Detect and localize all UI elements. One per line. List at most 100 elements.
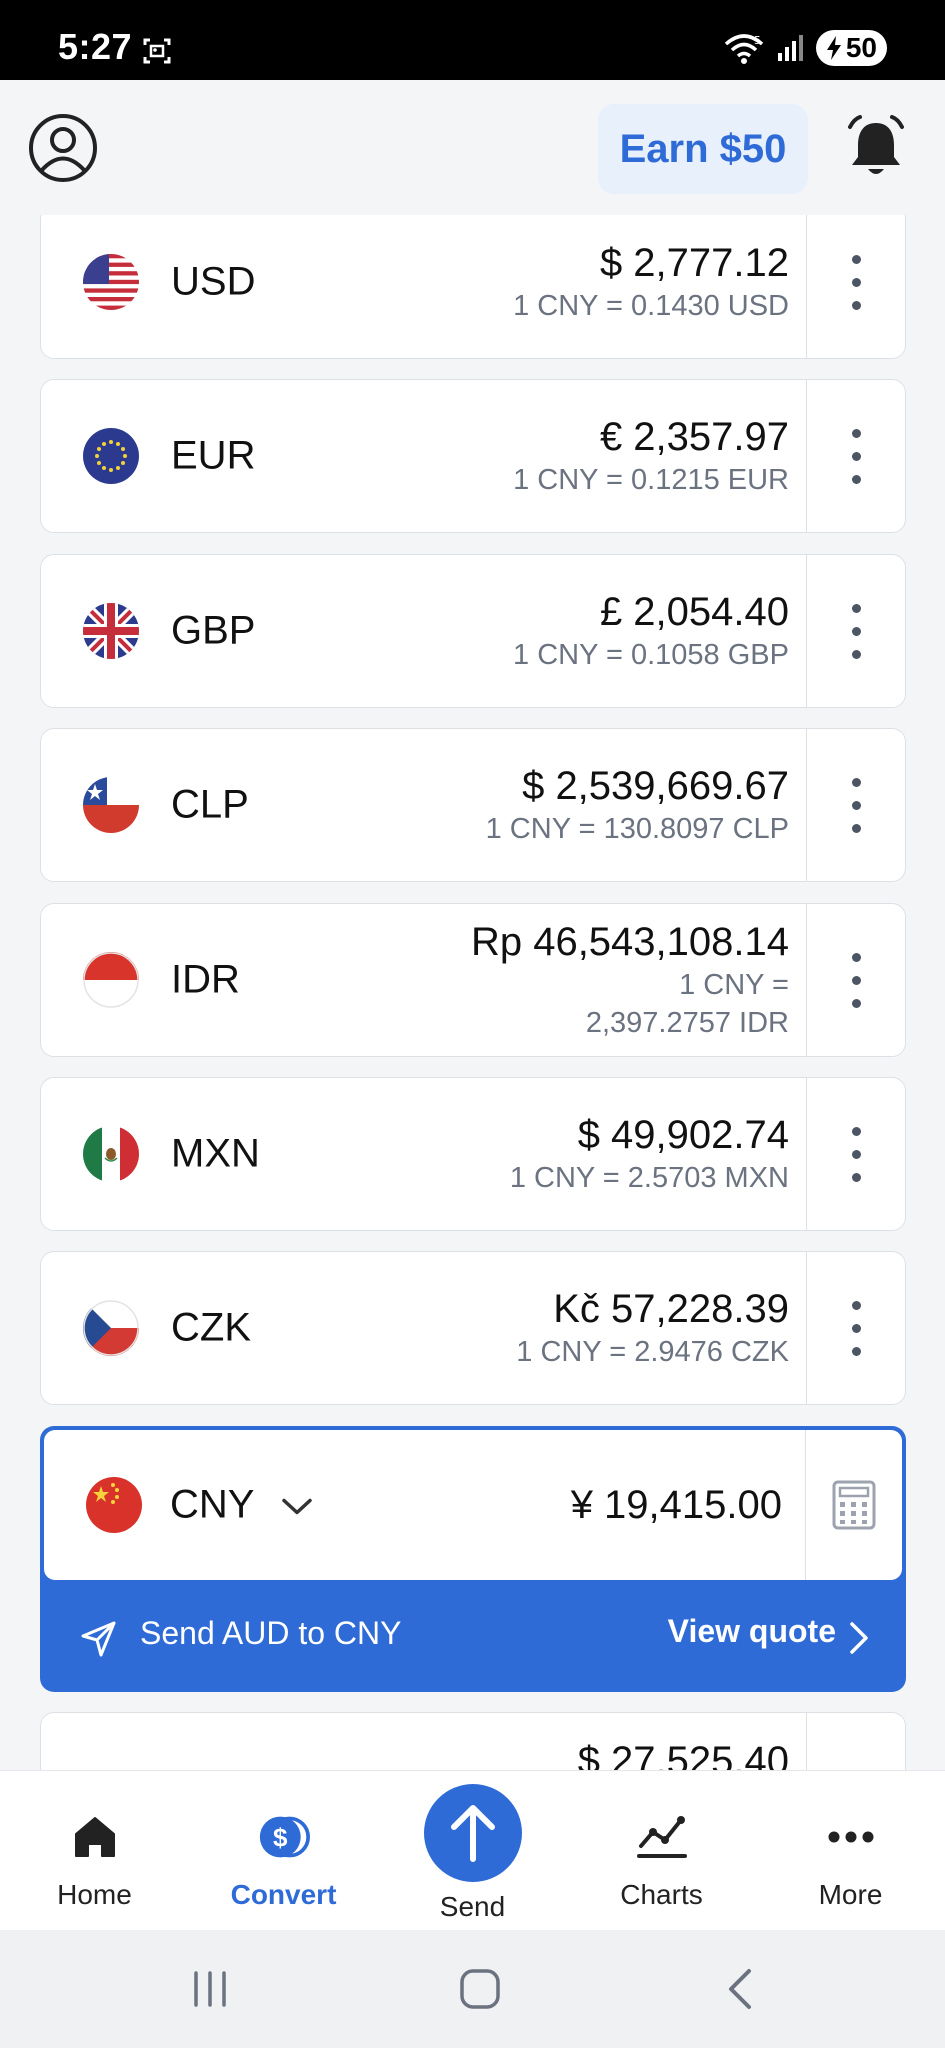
bottom-nav: Home $ Convert Send Charts More — [0, 1770, 945, 1930]
send-quote-bar[interactable]: Send AUD to CNY View quote — [40, 1582, 906, 1692]
status-time: 5:27 — [58, 26, 133, 67]
eu-flag-icon — [83, 428, 139, 484]
uk-flag-icon — [83, 603, 139, 659]
status-bar: 5:27 5 50 — [0, 0, 945, 80]
send-fab-button[interactable] — [424, 1784, 522, 1882]
convert-coins-icon: $ — [259, 1816, 310, 1858]
currency-row-usd[interactable]: USD $ 2,777.12 1 CNY = 0.1430 USD — [40, 215, 906, 359]
us-flag-icon — [83, 254, 139, 310]
more-options-icon[interactable] — [807, 1252, 905, 1404]
mexico-flag-icon — [83, 1126, 139, 1182]
nav-home-label: Home — [57, 1879, 132, 1910]
exchange-rate: 1 CNY = 0.1215 EUR — [513, 464, 789, 496]
exchange-rate: 1 CNY = 2.5703 MXN — [509, 1162, 789, 1194]
amount-block: $ 49,902.74 1 CNY = 2.5703 MXN — [510, 1111, 789, 1197]
currency-row-partial[interactable]: $ 27,525.40 — [40, 1712, 906, 1770]
earn-referral-button[interactable]: Earn $50 — [598, 104, 808, 194]
back-button[interactable] — [710, 1930, 770, 2048]
nav-more[interactable]: More — [756, 1771, 945, 1931]
amount-block: £ 2,054.40 1 CNY = 0.1058 GBP — [513, 588, 789, 674]
nav-charts-label: Charts — [620, 1879, 703, 1910]
divider — [805, 1713, 807, 1770]
chart-line-icon — [636, 1816, 687, 1858]
currency-code: EUR — [171, 433, 256, 478]
more-options-icon[interactable] — [807, 1078, 905, 1230]
exchange-rate: 1 CNY = 130.8097 CLP — [485, 813, 789, 845]
charging-bolt-icon — [826, 36, 841, 60]
amount-block: ¥ 19,415.00 — [571, 1481, 782, 1529]
nav-more-label: More — [818, 1879, 883, 1910]
czech-flag-icon — [83, 1300, 139, 1356]
signal-icon — [777, 35, 803, 61]
send-route-label: Send AUD to CNY — [140, 1615, 402, 1651]
currency-amount[interactable]: £ 2,054.40 — [513, 588, 789, 636]
status-icons: 5 50 — [724, 30, 887, 66]
paper-plane-icon — [81, 1621, 116, 1657]
arrow-up-icon — [451, 1805, 495, 1862]
currency-list[interactable]: USD $ 2,777.12 1 CNY = 0.1430 USD EUR € … — [0, 215, 945, 1770]
chevron-right-icon — [850, 1622, 868, 1654]
calculator-icon — [832, 1480, 876, 1530]
svg-text:5: 5 — [754, 34, 761, 47]
currency-amount[interactable]: $ 2,777.12 — [513, 239, 789, 287]
battery-indicator: 50 — [815, 30, 887, 66]
calculator-button[interactable] — [806, 1430, 902, 1580]
battery-level: 50 — [845, 32, 877, 63]
nav-convert[interactable]: $ Convert — [189, 1771, 378, 1931]
nav-convert-label: Convert — [230, 1879, 337, 1910]
currency-row-cny[interactable]: CNY ¥ 19,415.00 — [44, 1430, 902, 1580]
china-flag-icon — [86, 1477, 142, 1533]
more-options-icon[interactable] — [807, 215, 905, 358]
amount-block: $ 2,539,669.67 1 CNY = 130.8097 CLP — [486, 762, 789, 848]
currency-row-idr[interactable]: IDR Rp 46,543,108.14 1 CNY = 2,397.2757 … — [40, 903, 906, 1057]
currency-row-mxn[interactable]: MXN $ 49,902.74 1 CNY = 2.5703 MXN — [40, 1077, 906, 1231]
currency-code: IDR — [171, 957, 240, 1002]
currency-code: CLP — [171, 782, 249, 827]
profile-icon[interactable] — [28, 113, 98, 183]
bell-icon[interactable] — [846, 115, 906, 181]
currency-row-eur[interactable]: EUR € 2,357.97 1 CNY = 0.1215 EUR — [40, 379, 906, 533]
currency-selector[interactable]: CNY — [170, 1483, 313, 1528]
home-circle-icon — [460, 1969, 500, 2009]
currency-amount[interactable]: € 2,357.97 — [513, 413, 789, 461]
svg-text:$: $ — [273, 1822, 288, 1852]
currency-amount[interactable]: Rp 46,543,108.14 — [471, 918, 789, 966]
currency-code: USD — [171, 259, 256, 304]
currency-row-czk[interactable]: CZK Kč 57,228.39 1 CNY = 2.9476 CZK — [40, 1251, 906, 1405]
exchange-rate: 1 CNY = 0.1058 GBP — [513, 639, 789, 671]
nav-home[interactable]: Home — [0, 1771, 189, 1931]
recent-apps-button[interactable] — [180, 1930, 240, 2048]
currency-amount[interactable]: $ 49,902.74 — [510, 1111, 789, 1159]
base-currency-panel: CNY ¥ 19,415.00 Send AUD to CNY View quo… — [40, 1426, 906, 1692]
more-options-icon[interactable] — [807, 380, 905, 532]
more-options-icon[interactable] — [807, 729, 905, 881]
amount-block: Kč 57,228.39 1 CNY = 2.9476 CZK — [516, 1285, 789, 1371]
wifi-icon: 5 — [724, 34, 764, 64]
currency-row-gbp[interactable]: GBP £ 2,054.40 1 CNY = 0.1058 GBP — [40, 554, 906, 708]
exchange-rate: 1 CNY = 0.1430 USD — [513, 290, 789, 322]
more-options-icon[interactable] — [807, 555, 905, 707]
amount-block: Rp 46,543,108.14 1 CNY = 2,397.2757 IDR — [471, 918, 789, 1042]
more-dots-icon — [828, 1831, 873, 1843]
currency-amount[interactable]: $ 27,525.40 — [578, 1737, 789, 1770]
nav-charts[interactable]: Charts — [567, 1771, 756, 1931]
currency-code: CNY — [170, 1482, 254, 1527]
currency-amount[interactable]: Kč 57,228.39 — [516, 1285, 789, 1333]
currency-row-clp[interactable]: CLP $ 2,539,669.67 1 CNY = 130.8097 CLP — [40, 728, 906, 882]
earn-label: Earn $50 — [619, 126, 787, 171]
exchange-rate-line1: 1 CNY = — [679, 969, 789, 1001]
amount-block: $ 2,777.12 1 CNY = 0.1430 USD — [513, 239, 789, 325]
home-system-button[interactable] — [450, 1930, 510, 2048]
base-amount-input[interactable]: ¥ 19,415.00 — [571, 1481, 782, 1529]
screen-record-icon — [143, 38, 171, 64]
home-icon — [74, 1817, 115, 1857]
more-options-icon[interactable] — [807, 904, 905, 1056]
currency-code: GBP — [171, 608, 256, 653]
currency-code: MXN — [171, 1131, 260, 1176]
currency-amount[interactable]: $ 2,539,669.67 — [486, 762, 789, 810]
app-header: Earn $50 — [0, 80, 945, 215]
chevron-down-icon[interactable] — [281, 1497, 313, 1517]
indonesia-flag-icon — [83, 952, 139, 1008]
nav-send-label: Send — [439, 1891, 506, 1922]
view-quote-link[interactable]: View quote — [668, 1613, 836, 1650]
